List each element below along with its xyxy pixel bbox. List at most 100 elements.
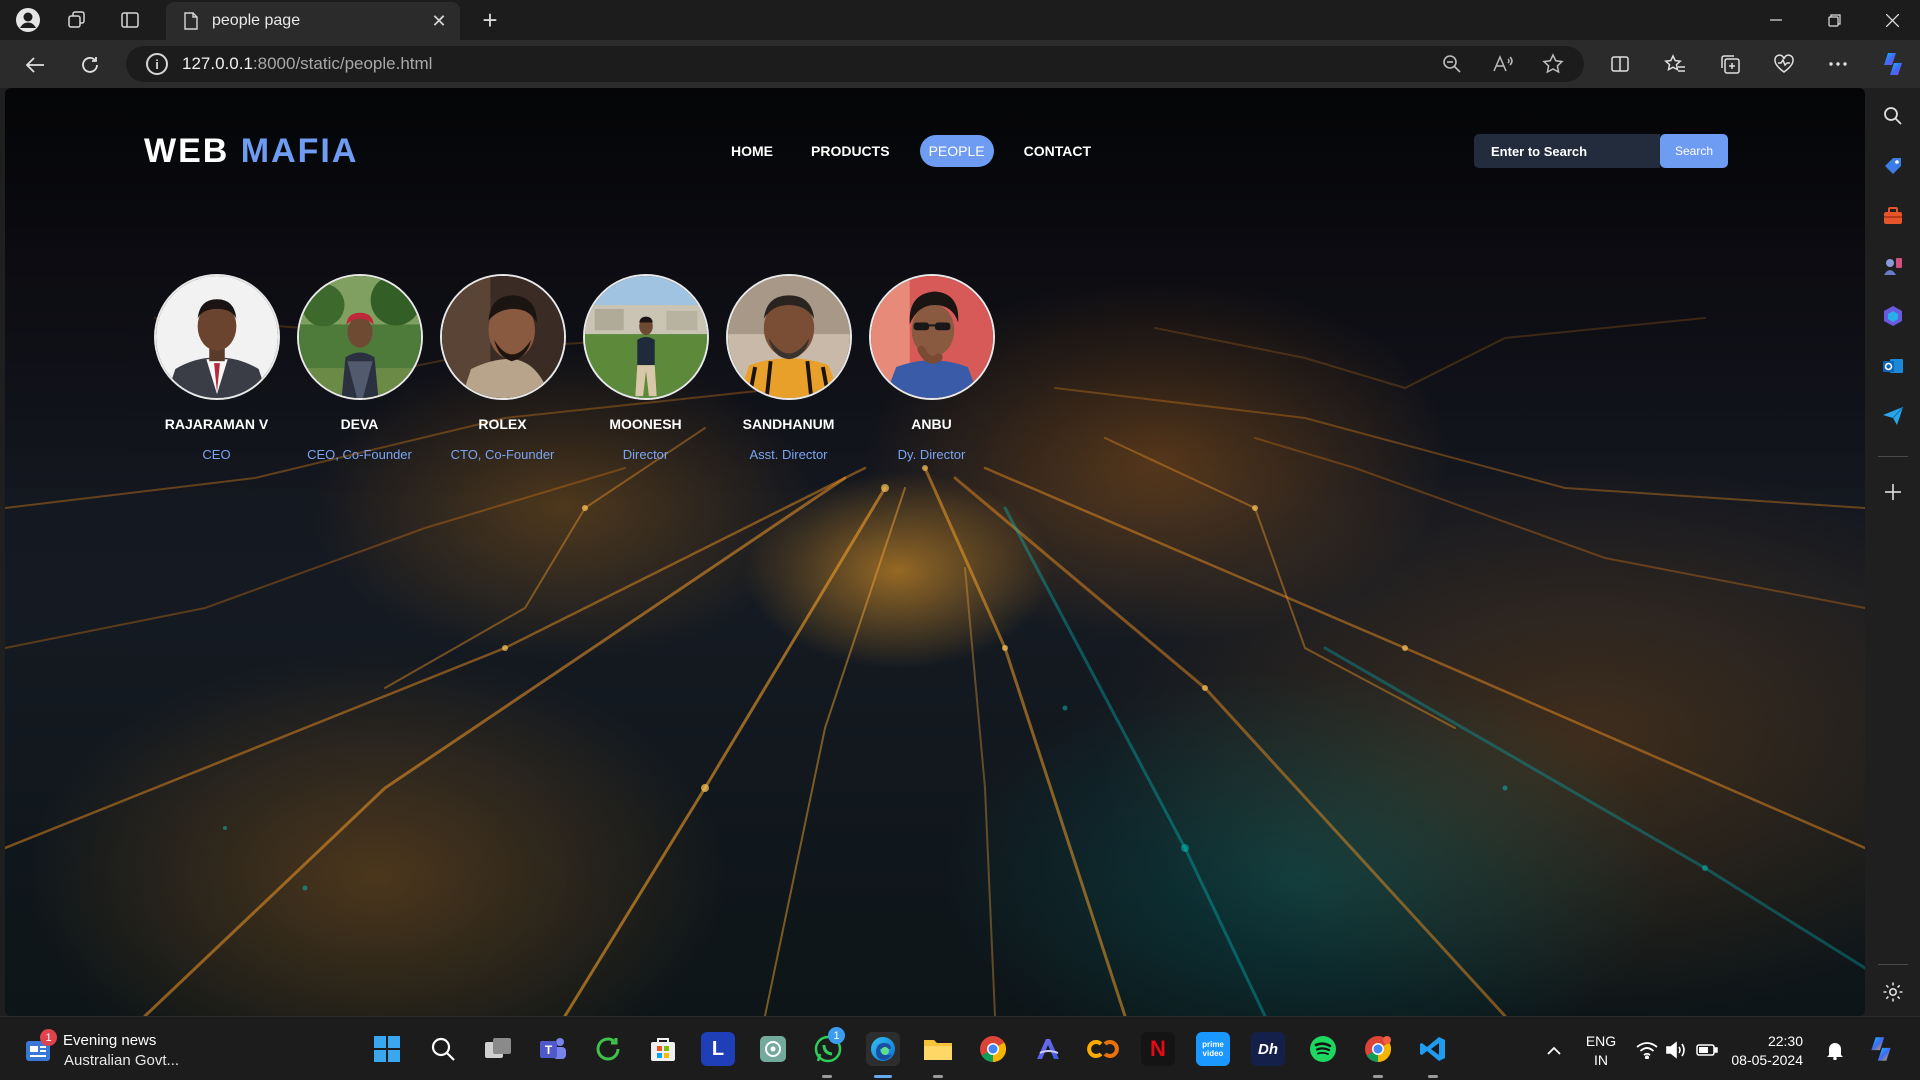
sidebar-divider (1878, 456, 1908, 457)
arc-app-icon[interactable] (1031, 1032, 1065, 1066)
person-name: RAJARAMAN V (164, 416, 269, 432)
collections-icon[interactable] (1715, 49, 1745, 79)
taskbar-search-icon[interactable] (426, 1032, 460, 1066)
news-badge: 1 (40, 1029, 57, 1046)
hotstar-icon[interactable]: Dh (1251, 1032, 1285, 1066)
clock-date[interactable]: 08-05-2024 (1723, 1052, 1803, 1068)
clock-time[interactable]: 22:30 (1733, 1033, 1803, 1049)
l-app-icon[interactable]: L (701, 1032, 735, 1066)
person-photo (439, 274, 566, 400)
language-region[interactable]: IN (1580, 1052, 1622, 1068)
search-input[interactable] (1474, 134, 1660, 168)
restore-icon[interactable] (1806, 0, 1862, 40)
running-indicator (1373, 1075, 1383, 1078)
minimize-icon[interactable] (1748, 0, 1804, 40)
browser-tab-bar: people page ✕ + (0, 0, 1920, 40)
browser-essentials-icon[interactable] (1769, 49, 1799, 79)
nav-products[interactable]: PRODUCTS (803, 135, 898, 167)
chrome-profile-icon[interactable] (1361, 1032, 1395, 1066)
favorite-star-icon[interactable] (1539, 50, 1567, 78)
send-icon[interactable] (1879, 402, 1907, 430)
new-tab-icon[interactable]: + (476, 6, 504, 34)
microsoft-365-icon[interactable] (1879, 302, 1907, 330)
volume-icon[interactable] (1665, 1039, 1687, 1061)
task-view-icon[interactable] (481, 1032, 515, 1066)
edge-icon[interactable] (866, 1032, 900, 1066)
news-subtitle[interactable]: Australian Govt... (64, 1052, 179, 1069)
person-photo (296, 274, 423, 400)
workspaces-icon[interactable] (63, 6, 91, 34)
person-name: MOONESH (609, 416, 682, 432)
people-list: RAJARAMAN V CEO DEVA CEO, Co-Founder ROL… (145, 274, 1003, 462)
chatgpt-icon[interactable] (756, 1032, 790, 1066)
tab-actions-icon[interactable] (116, 6, 144, 34)
favorites-icon[interactable] (1660, 49, 1690, 79)
windows-taskbar: 1 Evening news Australian Govt... T L 1 (0, 1016, 1920, 1080)
wifi-icon[interactable] (1636, 1039, 1658, 1061)
microsoft-store-icon[interactable] (646, 1032, 680, 1066)
notification-bell-icon[interactable] (1824, 1039, 1846, 1061)
person-photo (153, 274, 280, 400)
news-title[interactable]: Evening news (63, 1032, 156, 1049)
read-aloud-icon[interactable] (1489, 50, 1517, 78)
profile-avatar-icon[interactable] (14, 6, 42, 34)
language-code[interactable]: ENG (1580, 1033, 1622, 1049)
netflix-icon[interactable]: N (1141, 1032, 1175, 1066)
running-indicator (933, 1075, 943, 1078)
url-host: 127.0.0.1 (182, 54, 253, 73)
edge-sidebar (1866, 88, 1920, 1016)
start-windows-icon[interactable] (370, 1032, 404, 1066)
page-icon (180, 10, 202, 32)
running-indicator (822, 1075, 832, 1078)
zoom-out-icon[interactable] (1438, 50, 1466, 78)
person-card: ANBU Dy. Director (860, 274, 1003, 462)
close-window-icon[interactable] (1864, 0, 1920, 40)
copilot-icon[interactable] (1878, 49, 1908, 79)
svg-text:T: T (545, 1043, 553, 1057)
prime-video-icon[interactable]: prime video (1196, 1032, 1230, 1066)
outlook-icon[interactable] (1879, 352, 1907, 380)
file-explorer-icon[interactable] (921, 1032, 955, 1066)
running-indicator (1428, 1075, 1438, 1078)
tab-people-page[interactable]: people page ✕ (166, 2, 460, 40)
more-menu-icon[interactable] (1823, 49, 1853, 79)
person-name: ROLEX (478, 416, 527, 432)
site-logo[interactable]: WEB MAFIA (144, 132, 358, 171)
nav-home[interactable]: HOME (723, 135, 781, 167)
person-card: SANDHANUM Asst. Director (717, 274, 860, 462)
shopping-tag-icon[interactable] (1879, 152, 1907, 180)
games-icon[interactable] (1879, 252, 1907, 280)
vscode-icon[interactable] (1416, 1032, 1450, 1066)
search-form: Search (1474, 134, 1728, 168)
person-photo (725, 274, 852, 400)
search-button[interactable]: Search (1660, 134, 1728, 168)
site-info-icon[interactable]: i (146, 53, 168, 75)
sidebar-search-icon[interactable] (1879, 102, 1907, 130)
person-name: SANDHANUM (742, 416, 835, 432)
url-path: :8000/static/people.html (252, 54, 433, 73)
nav-people[interactable]: PEOPLE (919, 135, 994, 167)
person-card: ROLEX CTO, Co-Founder (431, 274, 574, 462)
refresh-app-icon[interactable] (591, 1032, 625, 1066)
teams-icon[interactable]: T (536, 1032, 570, 1066)
address-bar[interactable]: i 127.0.0.1:8000/static/people.html (126, 46, 1584, 82)
person-role: Director (622, 447, 669, 462)
tools-briefcase-icon[interactable] (1879, 202, 1907, 230)
colab-icon[interactable] (1086, 1032, 1120, 1066)
battery-icon[interactable] (1696, 1039, 1718, 1061)
person-name: ANBU (911, 416, 952, 432)
show-hidden-icons-chevron-icon[interactable] (1543, 1039, 1565, 1061)
copilot-taskbar-icon[interactable] (1866, 1034, 1896, 1064)
person-card: MOONESH Director (574, 274, 717, 462)
close-tab-icon[interactable]: ✕ (428, 10, 450, 32)
back-icon[interactable] (20, 50, 50, 80)
main-nav: HOME PRODUCTS PEOPLE CONTACT (723, 135, 1121, 167)
spotify-icon[interactable] (1306, 1032, 1340, 1066)
refresh-icon[interactable] (75, 50, 105, 80)
split-screen-icon[interactable] (1605, 49, 1635, 79)
nav-contact[interactable]: CONTACT (1016, 135, 1099, 167)
sidebar-settings-gear-icon[interactable] (1879, 978, 1907, 1006)
chrome-icon[interactable] (976, 1032, 1010, 1066)
add-sidebar-app-icon[interactable] (1879, 478, 1907, 506)
background-overlay (5, 88, 1865, 1016)
